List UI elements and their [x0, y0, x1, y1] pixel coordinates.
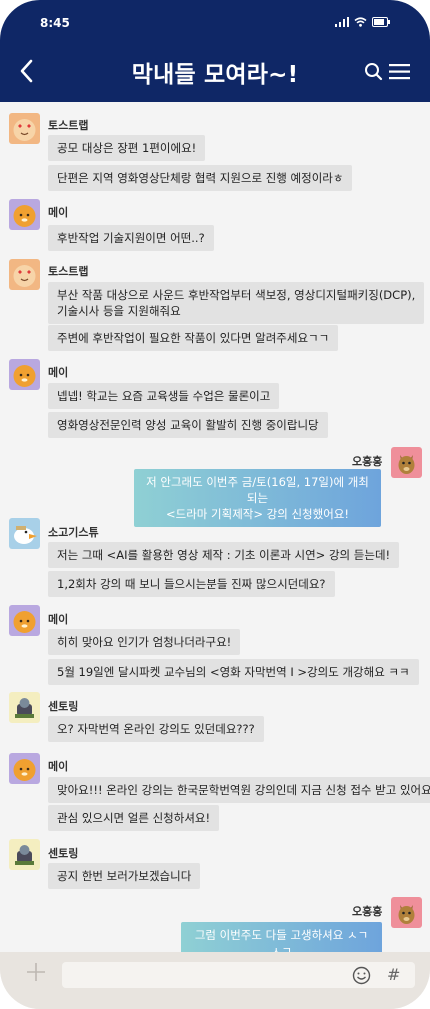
- avatar[interactable]: [9, 359, 40, 390]
- chat-header: 8:45 막내들 모여라~!: [0, 0, 430, 102]
- message-bubble[interactable]: 공지 한번 보러가보겠습니다: [48, 863, 201, 889]
- message-line: 저 안그래도 이번주 금/토(16일, 17일)에 개최되는: [146, 475, 369, 505]
- sender-name: 메이: [48, 760, 69, 773]
- sender-name: 토스트랩: [48, 119, 89, 132]
- message-bubble[interactable]: 관심 있으시면 얼른 신청하셔요!: [48, 805, 220, 831]
- message-line: 기술시사 등을 지원해줘요: [57, 304, 181, 318]
- hash-icon[interactable]: #: [387, 965, 400, 984]
- avatar[interactable]: [9, 839, 40, 870]
- emoji-icon[interactable]: [352, 966, 371, 989]
- message-list[interactable]: 토스트랩 공모 대상은 장편 1편이에요! 단편은 지역 영화영상단체랑 협력 …: [0, 102, 430, 964]
- avatar[interactable]: [9, 605, 40, 636]
- message-composer: #: [0, 952, 430, 1009]
- battery-icon: [372, 17, 390, 27]
- message-bubble[interactable]: 맞아요!!! 온라인 강의는 한국문학번역원 강의인데 지금 신청 접수 받고 …: [48, 777, 430, 803]
- message-bubble[interactable]: 5월 19일엔 달시파켓 교수님의 <영화 자막번역 I >강의도 개강해요 ㅋ…: [48, 659, 419, 685]
- message-bubble[interactable]: 넵넵! 학교는 요즘 교육생들 수업은 물론이고: [48, 383, 280, 409]
- message-line: 부산 작품 대상으로 사운드 후반작업부터 색보정, 영상디지털패키징(DCP)…: [57, 288, 416, 302]
- sender-name: 소고기스튜: [48, 526, 99, 539]
- message-bubble[interactable]: 단편은 지역 영화영상단체랑 협력 지원으로 진행 예정이라ㅎ: [48, 165, 353, 191]
- avatar[interactable]: [391, 897, 422, 928]
- message-bubble[interactable]: 히히 맞아요 인기가 엄청나더라구요!: [48, 629, 241, 655]
- message-bubble[interactable]: 공모 대상은 장편 1편이에요!: [48, 135, 206, 161]
- avatar[interactable]: [9, 113, 40, 144]
- hamburger-menu-icon[interactable]: [389, 63, 411, 85]
- avatar[interactable]: [391, 447, 422, 478]
- sender-name: 센토링: [48, 847, 79, 860]
- status-icons: [335, 17, 390, 27]
- sender-name: 메이: [48, 366, 69, 379]
- sender-name: 토스트랩: [48, 265, 89, 278]
- message-bubble[interactable]: 주변에 후반작업이 필요한 작품이 있다면 알려주세요ㄱㄱ: [48, 325, 339, 351]
- sender-name: 오홍홍: [352, 905, 383, 918]
- avatar[interactable]: [9, 518, 40, 549]
- signal-icon: [335, 17, 349, 27]
- message-bubble[interactable]: 오? 자막번역 온라인 강의도 있던데요???: [48, 716, 264, 742]
- sender-name: 메이: [48, 613, 69, 626]
- sender-name: 오홍홍: [352, 455, 383, 468]
- phone-frame: 8:45 막내들 모여라~! 토스트랩 공모 대상은 장편 1편이에요! 단편은…: [0, 0, 430, 1009]
- wifi-icon: [354, 17, 367, 27]
- message-bubble[interactable]: 후반작업 기술지원이면 어떤..?: [48, 225, 214, 251]
- plus-icon[interactable]: [26, 962, 46, 982]
- avatar[interactable]: [9, 199, 40, 230]
- message-line: <드라마 기획제작> 강의 신청했어요!: [166, 507, 349, 521]
- status-time: 8:45: [40, 16, 70, 30]
- search-icon[interactable]: [364, 62, 384, 86]
- message-bubble[interactable]: 영화영상전문인력 양성 교육이 활발히 진행 중이랍니당: [48, 412, 328, 438]
- avatar[interactable]: [9, 692, 40, 723]
- message-bubble[interactable]: 부산 작품 대상으로 사운드 후반작업부터 색보정, 영상디지털패키징(DCP)…: [48, 282, 425, 324]
- message-bubble[interactable]: 1,2회차 강의 때 보니 들으시는분들 진짜 많으시던데요?: [48, 571, 335, 597]
- avatar[interactable]: [9, 259, 40, 290]
- my-message-bubble[interactable]: 저 안그래도 이번주 금/토(16일, 17일)에 개최되는 <드라마 기획제작…: [134, 469, 381, 527]
- message-bubble[interactable]: 저는 그때 <AI를 활용한 영상 제작 : 기초 이론과 시연> 강의 듣는데…: [48, 542, 400, 568]
- sender-name: 센토링: [48, 700, 79, 713]
- avatar[interactable]: [9, 753, 40, 784]
- sender-name: 메이: [48, 206, 69, 219]
